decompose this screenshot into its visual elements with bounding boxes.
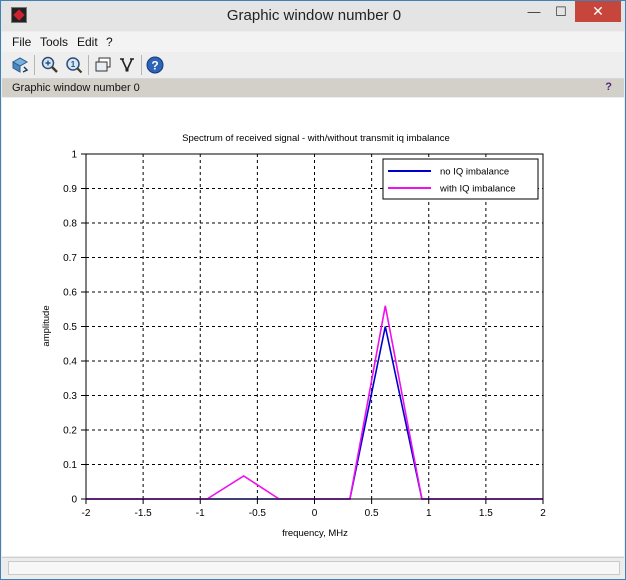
svg-text:?: ? [151,59,158,73]
y-tick-label: 0.7 [63,253,77,264]
info-bar-help-button[interactable]: ? [605,81,612,93]
toolbar: 1 ? [2,52,624,79]
info-bar-label: Graphic window number 0 [12,82,140,94]
chart-title: Spectrum of received signal - with/witho… [182,133,450,144]
datatip-icon[interactable] [94,56,112,74]
close-button[interactable]: ✕ [575,1,621,22]
y-axis-label: amplitude [41,305,52,346]
x-tick-label: -1 [196,508,205,519]
minimize-button[interactable]: — [521,1,547,22]
x-tick-label: 0 [312,508,318,519]
menu-help[interactable]: ? [106,35,113,49]
y-tick-label: 0.8 [63,219,77,230]
x-axis-label: frequency, MHz [282,528,348,539]
legend-entry-1: no IQ imbalance [440,167,509,178]
menu-bar: File Tools Edit ? [2,32,624,52]
legend-entry-2: with IQ imbalance [439,184,516,195]
menu-edit[interactable]: Edit [77,35,98,49]
x-tick-label: 1.5 [479,508,493,519]
x-tick-label: -2 [82,508,91,519]
status-field [8,561,620,575]
toolbar-separator [34,55,35,75]
svg-text:1: 1 [71,60,76,69]
status-bar [2,557,624,576]
x-tick-label: 2 [540,508,546,519]
y-tick-label: 0.9 [63,184,77,195]
spectrum-chart: Spectrum of received signal - with/witho… [41,133,546,539]
graphic-canvas[interactable]: Spectrum of received signal - with/witho… [2,98,624,556]
info-bar: Graphic window number 0 ? [2,79,624,97]
chart-legend: no IQ imbalance with IQ imbalance [382,158,539,200]
x-tick-label: 1 [426,508,432,519]
y-tick-label: 0.4 [63,357,77,368]
y-tick-label: 0.3 [63,391,77,402]
y-tick-label: 0 [71,495,77,506]
x-tick-label: 0.5 [365,508,379,519]
y-tick-label: 1 [71,150,77,161]
menu-file[interactable]: File [12,35,31,49]
zoom-out-icon[interactable]: 1 [65,56,83,74]
y-tick-label: 0.1 [63,460,77,471]
y-tick-label: 0.2 [63,426,77,437]
toolbar-separator [141,55,142,75]
y-tick-label: 0.6 [63,288,77,299]
rotate-icon[interactable] [11,56,29,74]
edit-plot-icon[interactable] [118,56,136,74]
title-bar: Graphic window number 0 — ☐ ✕ [1,1,625,31]
x-tick-label: -0.5 [249,508,267,519]
toolbar-separator [88,55,89,75]
help-icon[interactable]: ? [146,56,164,74]
maximize-button[interactable]: ☐ [548,1,574,22]
y-tick-label: 0.5 [63,322,77,333]
menu-tools[interactable]: Tools [40,35,68,49]
zoom-in-icon[interactable] [41,56,59,74]
x-tick-label: -1.5 [135,508,153,519]
graphic-window: Graphic window number 0 — ☐ ✕ File Tools… [0,0,626,580]
